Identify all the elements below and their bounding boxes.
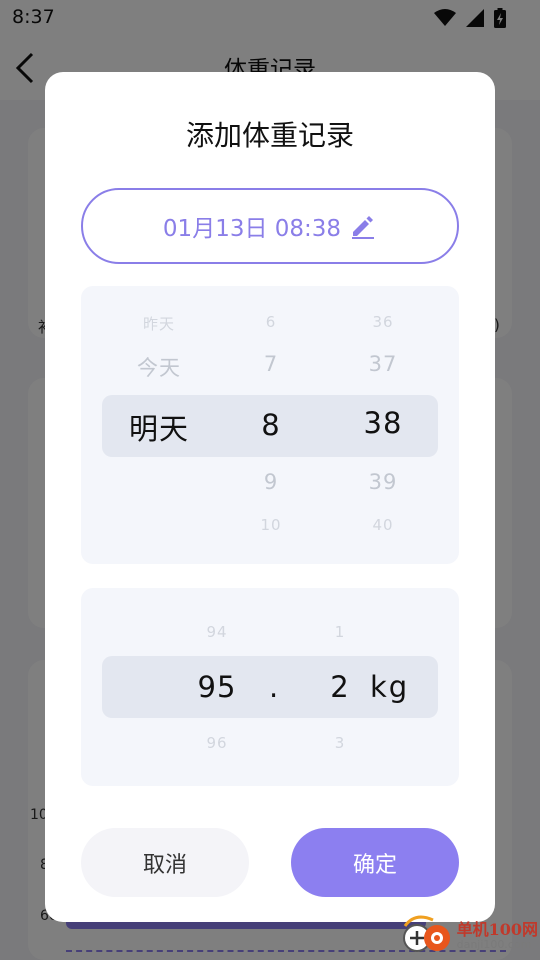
hour-wheel-item[interactable]: 7 <box>235 352 307 376</box>
weight-decimal-item[interactable]: 1 <box>317 623 363 641</box>
datetime-picker: 昨天 今天 明天 6 7 8 9 10 36 37 38 39 40 <box>81 286 459 564</box>
minute-wheel-item[interactable]: 36 <box>343 313 423 331</box>
date-wheel[interactable]: 昨天 今天 明天 <box>101 286 217 564</box>
weight-decimal-separator: . <box>269 670 279 704</box>
confirm-button[interactable]: 确定 <box>291 828 459 897</box>
hour-wheel-item[interactable]: 6 <box>235 313 307 331</box>
weight-integer-item[interactable]: 94 <box>171 623 263 641</box>
minute-wheel-item-selected[interactable]: 38 <box>343 406 423 440</box>
hour-wheel-item[interactable]: 10 <box>235 516 307 534</box>
watermark-brand: 单机100网 <box>456 919 538 939</box>
weight-integer-wheel[interactable]: 94 95 96 <box>171 588 263 786</box>
weight-decimal-item[interactable]: 3 <box>317 734 363 752</box>
minute-wheel-item[interactable]: 37 <box>343 352 423 376</box>
datetime-value: 01月13日 08:38 <box>162 216 342 242</box>
hour-wheel-item-selected[interactable]: 8 <box>235 408 307 442</box>
dialog-title: 添加体重记录 <box>185 119 354 152</box>
datetime-field[interactable]: 01月13日 08:38 <box>81 188 459 264</box>
date-wheel-item-selected[interactable]: 明天 <box>101 406 217 448</box>
watermark: 单机100网 danji100.com <box>402 914 538 958</box>
pencil-icon[interactable] <box>349 212 377 240</box>
date-wheel-item[interactable]: 今天 <box>101 352 217 382</box>
weight-integer-item[interactable]: 96 <box>171 734 263 752</box>
date-wheel-item[interactable]: 昨天 <box>101 313 217 334</box>
weight-decimal-wheel[interactable]: 1 2 3 <box>317 588 363 786</box>
weight-picker: 94 95 96 . 1 2 3 kg <box>81 588 459 786</box>
minute-wheel-item[interactable]: 39 <box>343 470 423 494</box>
minute-wheel-item[interactable]: 40 <box>343 516 423 534</box>
hour-wheel[interactable]: 6 7 8 9 10 <box>235 286 307 564</box>
add-weight-dialog: 添加体重记录 01月13日 08:38 昨天 今天 明天 6 7 8 9 10 … <box>45 72 495 922</box>
weight-decimal-item-selected[interactable]: 2 <box>317 670 363 704</box>
hour-wheel-item[interactable]: 9 <box>235 470 307 494</box>
watermark-url: danji100.com <box>456 937 532 951</box>
weight-integer-item-selected[interactable]: 95 <box>171 670 263 704</box>
minute-wheel[interactable]: 36 37 38 39 40 <box>343 286 423 564</box>
cancel-button[interactable]: 取消 <box>81 828 249 897</box>
watermark-logo-icon <box>402 914 453 958</box>
weight-unit: kg <box>370 670 410 704</box>
